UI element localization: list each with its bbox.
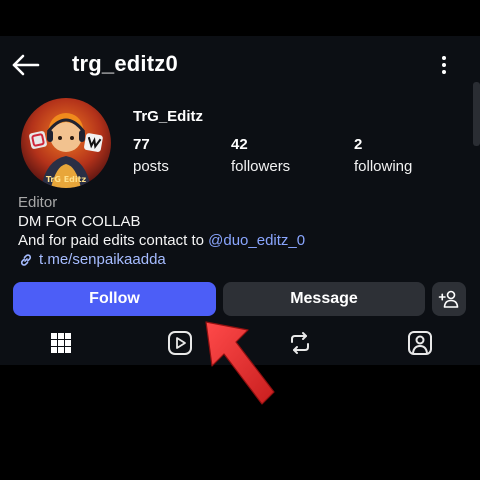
tab-reels[interactable] [167,330,193,356]
tab-reposts[interactable] [287,330,313,356]
profile-username: trg_editz0 [72,51,178,76]
posts-label: posts [133,158,169,175]
pointer-arrow-icon [205,321,275,405]
bio-category: Editor [18,194,58,211]
back-button[interactable] [10,52,44,78]
link-icon [20,253,32,266]
scrollbar[interactable] [473,82,480,146]
message-button[interactable]: Message [223,282,425,316]
reels-icon [168,331,192,355]
bio: Editor DM FOR COLLAB And for paid edits … [18,193,458,269]
following-label: following [354,158,413,175]
bio-line-2-text: And for paid edits contact to [18,232,209,249]
posts-count: 77 [133,136,150,153]
bio-line-2: And for paid edits contact to @duo_editz… [18,231,458,250]
following-stat[interactable]: 2 following [354,136,412,175]
bio-link[interactable]: t.me/senpaikaadda [18,250,458,269]
followers-stat[interactable]: 42 followers [231,136,290,175]
followers-label: followers [231,158,291,175]
tab-tagged[interactable] [407,330,433,356]
bio-mention-link[interactable]: @duo_editz_0 [208,232,305,249]
more-vertical-icon [442,56,446,74]
bio-line-1: DM FOR COLLAB [18,213,141,230]
avatar-caption: TrG Editz [46,175,87,184]
add-user-icon [438,290,459,308]
display-name: TrG_Editz [133,108,204,125]
letterbox-top [0,0,480,36]
reposts-icon [291,332,309,354]
add-user-button[interactable] [432,282,466,316]
bio-link-text[interactable]: t.me/senpaikaadda [39,250,166,269]
profile-screen: trg_editz0 TrG Editz TrG_Editz 77 posts … [0,36,480,365]
more-options-button[interactable] [432,52,456,78]
tab-posts-grid[interactable] [48,330,74,356]
avatar[interactable]: TrG Editz [21,98,111,188]
follow-button[interactable]: Follow [13,282,216,316]
followers-count: 42 [231,136,248,153]
grid-icon [51,333,71,353]
arrow-left-icon [12,54,40,76]
tagged-icon [408,331,432,355]
following-count: 2 [354,136,363,153]
posts-stat[interactable]: 77 posts [133,136,169,175]
